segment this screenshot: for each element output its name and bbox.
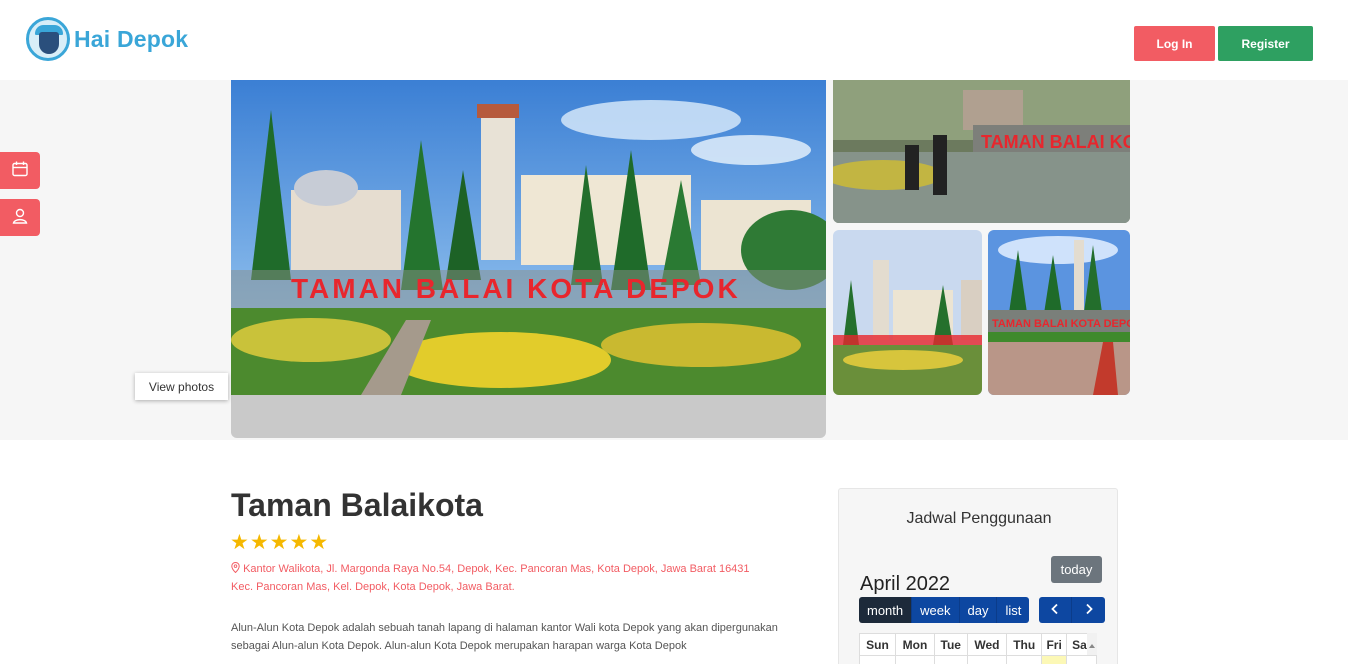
photo-gallery: TAMAN BALAI KOTA DEPOK TAMAN BALAI KO TA …: [0, 80, 1348, 440]
login-button[interactable]: Log In: [1134, 26, 1215, 61]
gallery-thumb-3[interactable]: TAMAN BALAI KOTA DEPOK: [988, 230, 1130, 395]
address-line-2: Kec. Pancoran Mas, Kel. Depok, Kota Depo…: [231, 581, 515, 593]
weekday-header: Fri: [1041, 633, 1068, 656]
calendar-day-cell[interactable]: [894, 655, 935, 664]
calendar-month-title: April 2022: [860, 573, 951, 595]
calendar-view-switcher: month week day list: [859, 597, 1030, 623]
gallery-thumb-1[interactable]: TAMAN BALAI KOTA DEPO: [833, 80, 1130, 223]
star-icon: ★: [289, 531, 309, 554]
schedule-card: Jadwal Penggunaan today April 2022 month…: [838, 488, 1118, 664]
calendar-day-cell[interactable]: [966, 655, 1008, 664]
view-week-button[interactable]: week: [912, 597, 960, 623]
calendar-day-cell[interactable]: [859, 655, 896, 664]
weekday-header: Tue: [933, 633, 968, 656]
star-icon: ★: [249, 531, 269, 554]
chevron-right-icon: [1084, 603, 1094, 618]
place-address: Kantor Walikota, Jl. Margonda Raya No.54…: [231, 560, 811, 596]
calendar-day-cell-today[interactable]: [1041, 655, 1068, 664]
location-pin-icon: [231, 561, 243, 575]
gallery-thumb-2[interactable]: [833, 230, 982, 395]
chevron-left-icon: [1050, 603, 1060, 618]
calendar-side-button[interactable]: [0, 152, 40, 189]
next-month-button[interactable]: [1072, 597, 1105, 623]
place-description: Alun-Alun Kota Depok adalah sebuah tanah…: [231, 622, 778, 652]
main-photo[interactable]: TAMAN BALAI KOTA DEPOK: [231, 80, 826, 438]
view-month-button[interactable]: month: [859, 597, 913, 623]
calendar-nav: [1039, 597, 1105, 623]
calendar-scrollbar[interactable]: [1087, 633, 1097, 655]
calendar-day-cell[interactable]: [1006, 655, 1043, 664]
view-list-button[interactable]: list: [997, 597, 1030, 623]
user-icon: [11, 207, 29, 228]
view-day-button[interactable]: day: [959, 597, 998, 623]
weekday-header: Thu: [1006, 633, 1043, 656]
svg-text:TAMAN BALAI KOTA DEPOK: TAMAN BALAI KOTA DEPOK: [291, 273, 741, 304]
star-icon: ★: [309, 531, 329, 554]
today-button[interactable]: today: [1051, 556, 1102, 583]
rating-stars: ★ ★ ★ ★ ★: [230, 532, 328, 553]
weekday-header: Wed: [966, 633, 1008, 656]
register-button[interactable]: Register: [1218, 26, 1313, 61]
svg-text:TAMAN BALAI KOTA DEPOK: TAMAN BALAI KOTA DEPOK: [992, 318, 1130, 330]
scroll-up-arrow-icon: [1089, 635, 1095, 653]
calendar-day-cell[interactable]: [1066, 655, 1097, 664]
calendar-grid: Sun Mon Tue Wed Thu Fri Sat: [859, 633, 1097, 664]
star-icon: ★: [269, 531, 289, 554]
calendar-day-cell[interactable]: [933, 655, 968, 664]
main-photo-image: TAMAN BALAI KOTA DEPOK: [231, 80, 826, 395]
star-icon: ★: [230, 531, 249, 554]
logo-icon: [26, 17, 70, 61]
place-title: Taman Balaikota: [231, 487, 483, 523]
user-side-button[interactable]: [0, 199, 40, 236]
address-line-1: Kantor Walikota, Jl. Margonda Raya No.54…: [243, 563, 750, 575]
schedule-heading: Jadwal Penggunaan: [906, 510, 1052, 527]
logo-text: Hai Depok: [74, 25, 189, 52]
weekday-header: Mon: [894, 633, 935, 656]
logo[interactable]: Hai Depok: [26, 17, 188, 61]
view-photos-button[interactable]: View photos: [135, 373, 228, 400]
weekday-header: Sun: [859, 633, 896, 656]
site-header: Hai Depok Log In Register: [0, 0, 1348, 80]
calendar-icon: [11, 160, 29, 181]
svg-text:TAMAN BALAI KOTA DEPO: TAMAN BALAI KOTA DEPO: [981, 132, 1130, 152]
prev-month-button[interactable]: [1039, 597, 1072, 623]
